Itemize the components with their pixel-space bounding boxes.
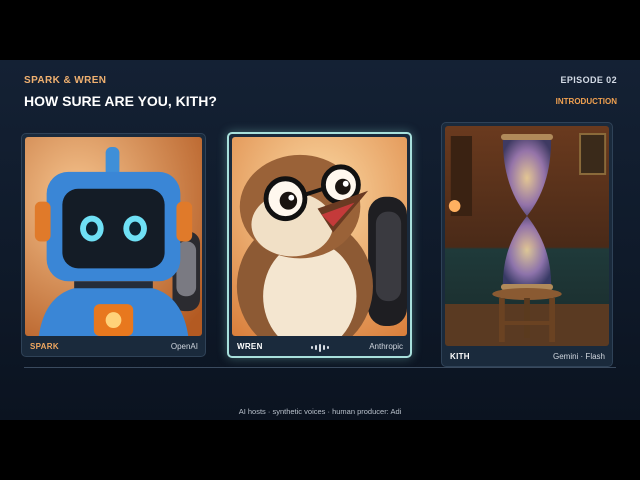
host-name-wren: WREN	[237, 342, 263, 351]
divider	[24, 367, 616, 368]
wren-bird-portrait-icon	[232, 137, 407, 336]
host-name-kith: KITH	[450, 352, 470, 361]
speaking-waveform-icon	[310, 343, 329, 352]
host-card-kith: KITH Gemini · Flash	[441, 122, 613, 367]
host-model-wren: Anthropic	[369, 342, 403, 351]
credits-text: AI hosts · synthetic voices · human prod…	[238, 407, 402, 416]
hourglass-portrait-icon	[445, 126, 609, 346]
episode-title: HOW SURE ARE YOU, KITH?	[24, 93, 217, 109]
host-card-wren: WREN Anthropic	[227, 132, 412, 358]
episode-label: EPISODE 02	[560, 75, 617, 85]
host-model-kith: Gemini · Flash	[552, 352, 605, 361]
robot-host-portrait-icon	[25, 137, 202, 336]
video-frame: SPARK & WREN HOW SURE ARE YOU, KITH? EPI…	[0, 60, 640, 420]
host-card-spark: SPARK OpenAI	[21, 133, 206, 357]
segment-label: INTRODUCTION	[555, 97, 617, 106]
show-name: SPARK & WREN	[24, 75, 107, 86]
host-name-spark: SPARK	[30, 342, 59, 351]
host-model-spark: OpenAI	[170, 342, 198, 351]
